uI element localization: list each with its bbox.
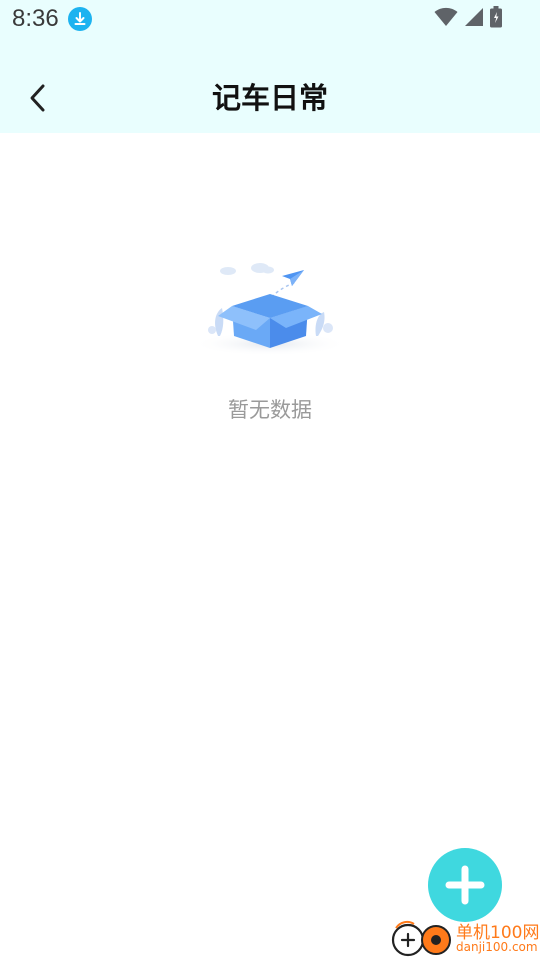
add-button[interactable]: [428, 848, 502, 922]
empty-state-text: 暂无数据: [228, 398, 312, 422]
wifi-icon: [434, 7, 458, 31]
empty-box-icon: [190, 256, 350, 360]
watermark-url: danji100.com: [456, 940, 538, 954]
page-title: 记车日常: [211, 81, 328, 115]
status-icons: [434, 6, 502, 32]
watermark-logo-icon: [391, 920, 451, 957]
watermark: 单机100网 danji100.com: [388, 916, 540, 960]
top-bar: 8:36 记车日常: [0, 0, 540, 133]
download-icon: [68, 7, 92, 31]
signal-icon: [464, 7, 484, 31]
plus-icon: [445, 865, 485, 905]
status-time: 8:36: [12, 5, 59, 32]
battery-icon: [490, 6, 502, 32]
